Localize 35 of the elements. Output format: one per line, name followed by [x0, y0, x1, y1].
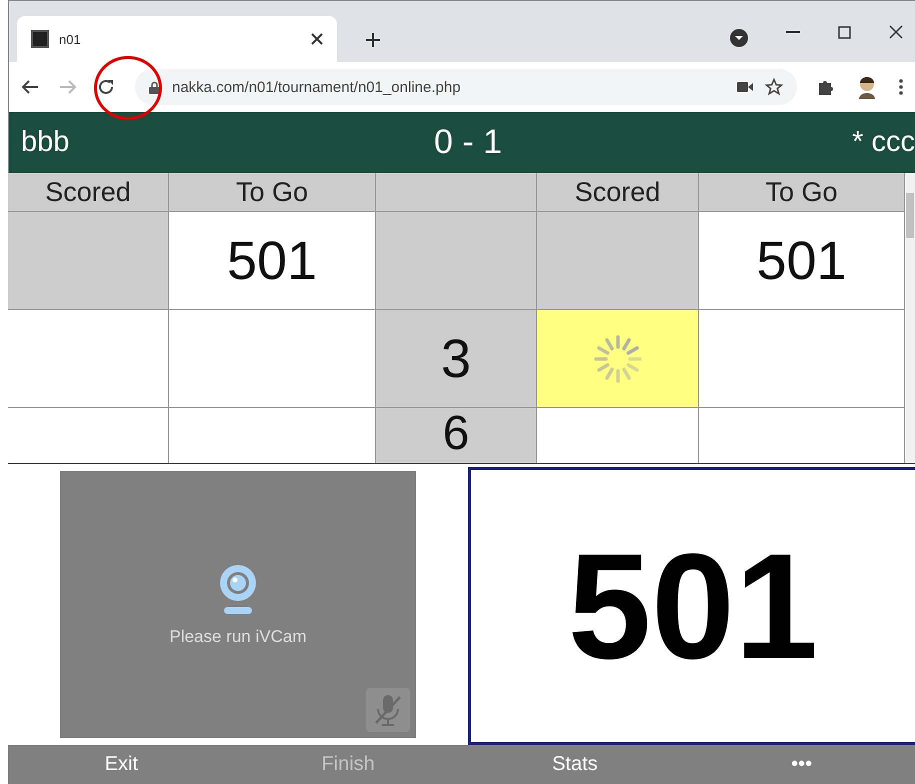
column-header: To Go: [169, 173, 376, 212]
footer-button[interactable]: Stats: [462, 745, 688, 784]
to-go-cell: 501: [699, 212, 905, 310]
favicon-icon: [31, 30, 49, 48]
camera-icon[interactable]: [737, 82, 753, 92]
to-go-cell: 501: [169, 212, 376, 310]
maximize-icon[interactable]: [838, 26, 851, 38]
player-name: bbb: [21, 126, 70, 159]
column-header: Scored: [537, 173, 699, 212]
column-header: To Go: [699, 173, 905, 212]
tab-search-icon[interactable]: [730, 29, 748, 47]
puzzle-icon[interactable]: [817, 78, 835, 96]
scrollbar[interactable]: [905, 173, 915, 463]
reload-icon[interactable]: [97, 78, 115, 96]
footer-button[interactable]: •••: [688, 745, 915, 784]
footer-button[interactable]: Exit: [8, 745, 235, 784]
tab-title: n01: [59, 32, 82, 46]
menu-icon[interactable]: [899, 79, 903, 95]
loading-spinner-icon: [592, 332, 644, 384]
player-name: * ccc: [851, 126, 915, 159]
column-header: Scored: [8, 173, 169, 212]
back-arrow-icon[interactable]: [21, 79, 39, 95]
round-cell: 3: [376, 310, 537, 408]
close-tab-icon[interactable]: [311, 33, 323, 45]
close-icon[interactable]: [889, 25, 903, 39]
new-tab-icon[interactable]: [365, 32, 381, 48]
url-text: nakka.com/n01/tournament/n01_online.php: [172, 78, 462, 96]
address-bar[interactable]: nakka.com/n01/tournament/n01_online.php: [135, 69, 797, 105]
star-icon[interactable]: [765, 78, 783, 96]
browser-tab[interactable]: n01: [17, 16, 337, 62]
round-cell: 6: [376, 408, 537, 463]
webcam-icon: [218, 562, 258, 614]
lock-icon: [149, 80, 160, 94]
match-score: 0 - 1: [434, 123, 502, 162]
webcam-message: Please run iVCam: [169, 626, 306, 646]
